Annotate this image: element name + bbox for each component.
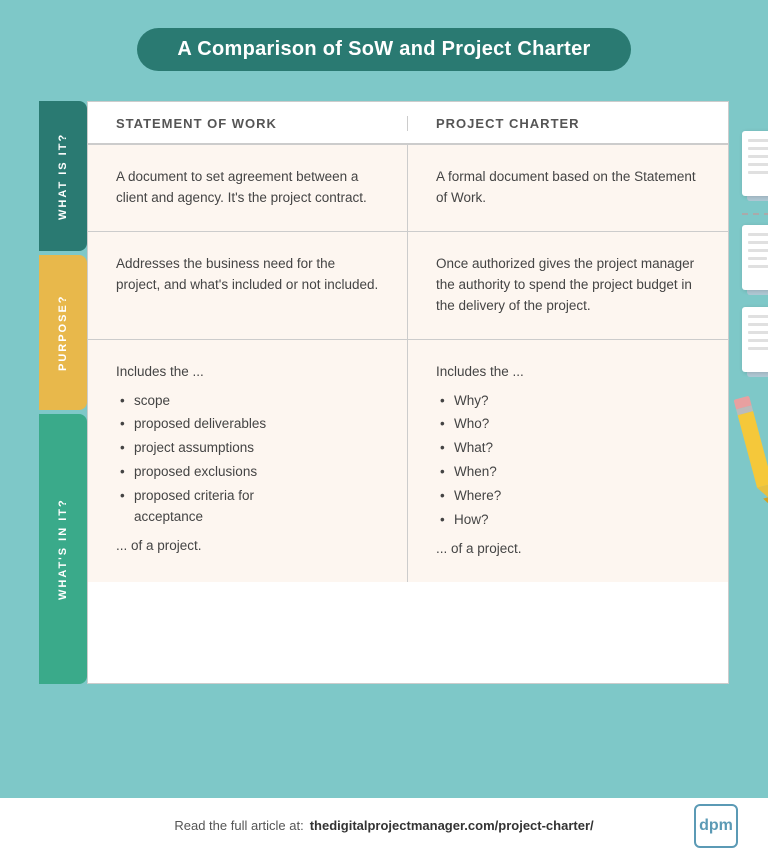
list-item: scope (116, 391, 379, 412)
pc-includes-label: Includes the ... (436, 362, 700, 383)
doc-line (748, 315, 768, 318)
doc-line (748, 139, 768, 142)
row-whats-in-it: Includes the ... scope proposed delivera… (88, 340, 728, 582)
list-item: proposed exclusions (116, 462, 379, 483)
pc-items-list: Why? Who? What? When? Where? How? (436, 391, 700, 532)
main-content: WHAT IS IT? PURPOSE? WHAT'S IN IT? STATE… (39, 101, 729, 684)
pencil-point (763, 496, 768, 506)
doc-stack-2 (742, 225, 768, 297)
sow-outro: ... of a project. (116, 536, 379, 557)
label-whats-in-it: WHAT'S IN IT? (39, 414, 87, 684)
pc-outro: ... of a project. (436, 539, 700, 560)
doc-line (748, 233, 768, 236)
pencil-body (737, 411, 768, 488)
footer-link: thedigitalprojectmanager.com/project-cha… (310, 818, 594, 833)
cell-purpose-sow: Addresses the business need for the proj… (88, 232, 408, 339)
doc-stack-3 (742, 307, 768, 379)
list-item: Why? (436, 391, 700, 412)
doc-line (748, 163, 768, 166)
doc-front-1 (742, 131, 768, 196)
cell-what-is-it-pc: A formal document based on the Statement… (408, 145, 728, 231)
row-what-is-it: A document to set agreement between a cl… (88, 145, 728, 232)
list-item: Where? (436, 486, 700, 507)
table-grid: STATEMENT OF WORK PROJECT CHARTER A docu… (87, 101, 729, 684)
title-banner: A Comparison of SoW and Project Charter (137, 28, 630, 71)
doc-front-3 (742, 307, 768, 372)
pencil-container (733, 396, 768, 507)
row-purpose: Addresses the business need for the proj… (88, 232, 728, 340)
label-purpose: PURPOSE? (39, 255, 87, 410)
dpm-badge: dpm (694, 804, 738, 848)
doc-line-short (748, 155, 768, 158)
table-header: STATEMENT OF WORK PROJECT CHARTER (88, 102, 728, 145)
cell-whats-in-it-pc: Includes the ... Why? Who? What? When? W… (408, 340, 728, 582)
labels-column: WHAT IS IT? PURPOSE? WHAT'S IN IT? (39, 101, 87, 684)
cell-what-is-it-sow: A document to set agreement between a cl… (88, 145, 408, 231)
dashed-divider (742, 213, 768, 215)
page-title: A Comparison of SoW and Project Charter (177, 38, 590, 61)
page-wrapper: A Comparison of SoW and Project Charter … (0, 0, 768, 853)
list-item: What? (436, 438, 700, 459)
doc-line (748, 147, 768, 150)
col2-header: PROJECT CHARTER (408, 116, 728, 131)
doc-line (748, 323, 768, 326)
doc-line (748, 249, 768, 252)
doc-stack-1 (742, 131, 768, 203)
list-item: project assumptions (116, 438, 379, 459)
doc-line-short (748, 331, 768, 334)
doc-line (748, 347, 768, 350)
pencil-decoration (742, 394, 768, 505)
doc-line (748, 339, 768, 342)
doc-line-short (748, 257, 767, 260)
list-item: proposed criteria foracceptance (116, 486, 379, 528)
cell-whats-in-it-sow: Includes the ... scope proposed delivera… (88, 340, 408, 582)
footer-read-text: Read the full article at: (174, 818, 303, 833)
list-item: Who? (436, 414, 700, 435)
decorations-right (742, 131, 768, 505)
doc-line (748, 241, 768, 244)
label-what-is-it: WHAT IS IT? (39, 101, 87, 251)
list-item: How? (436, 510, 700, 531)
doc-line-short (748, 171, 768, 174)
doc-front-2 (742, 225, 768, 290)
list-item: proposed deliverables (116, 414, 379, 435)
col1-header: STATEMENT OF WORK (88, 116, 408, 131)
list-item: When? (436, 462, 700, 483)
doc-line (748, 265, 768, 268)
sow-items-list: scope proposed deliverables project assu… (116, 391, 379, 529)
sow-includes-label: Includes the ... (116, 362, 379, 383)
cell-purpose-pc: Once authorized gives the project manage… (408, 232, 728, 339)
footer: Read the full article at: thedigitalproj… (0, 798, 768, 853)
